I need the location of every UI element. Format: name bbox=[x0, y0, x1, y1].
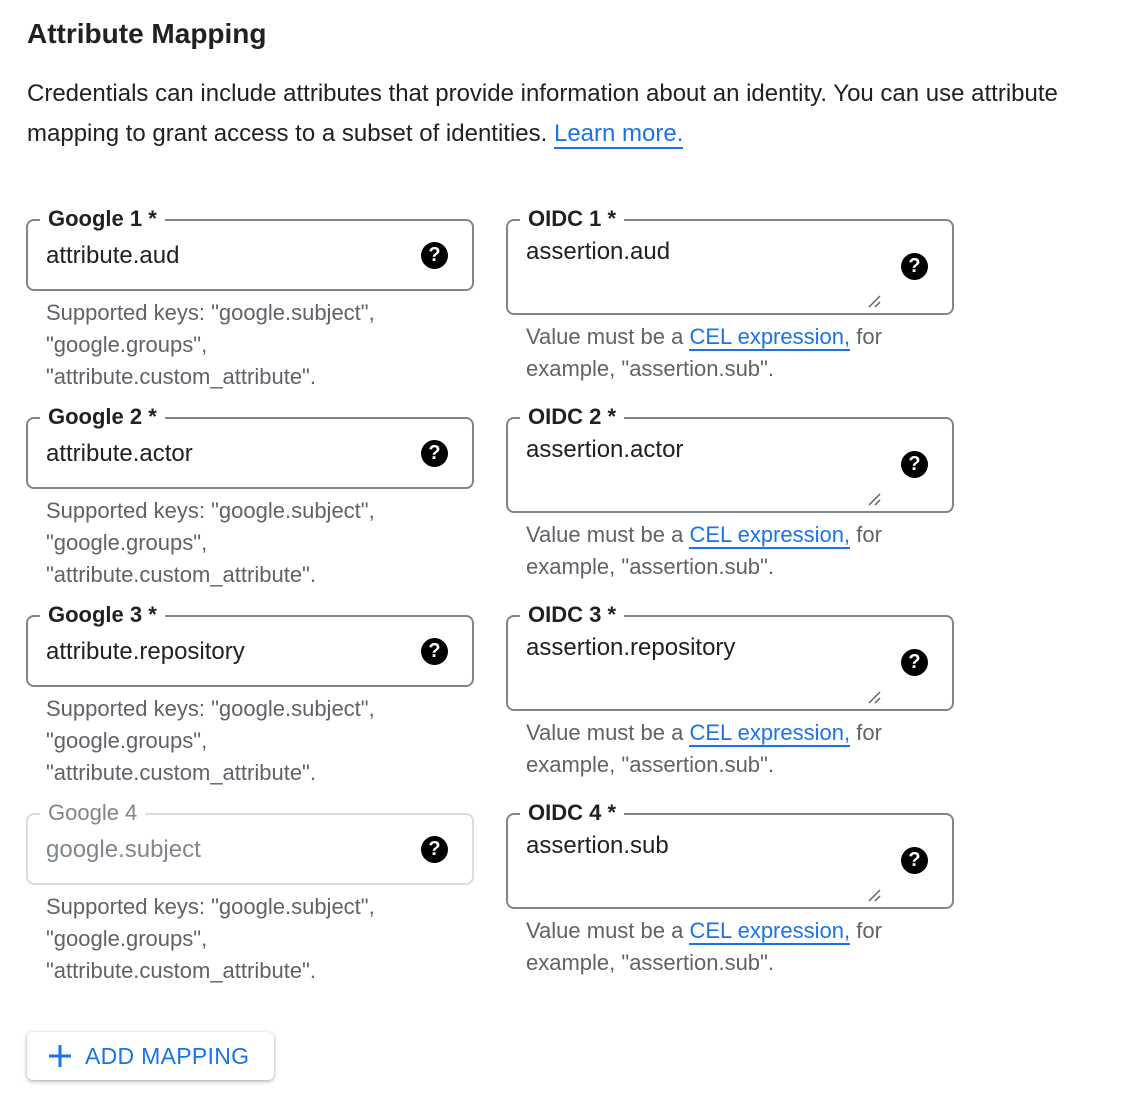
resize-handle-icon[interactable] bbox=[866, 491, 882, 507]
hint-prefix: Value must be a bbox=[526, 918, 684, 943]
hint-line: example, "assertion.sub". bbox=[526, 950, 774, 975]
help-icon[interactable]: ? bbox=[901, 847, 928, 874]
cel-expression-link[interactable]: CEL expression, bbox=[689, 918, 851, 945]
hint-line: Supported keys: "google.subject", bbox=[46, 696, 375, 721]
section-description: Credentials can include attributes that … bbox=[27, 74, 1107, 154]
add-mapping-button[interactable]: ADD MAPPING bbox=[27, 1032, 274, 1080]
google-field-1-label: Google 1 * bbox=[40, 206, 165, 232]
cel-expression-link[interactable]: CEL expression, bbox=[689, 324, 851, 351]
google-field-2-value[interactable]: attribute.actor bbox=[46, 440, 193, 468]
google-field-2[interactable]: Google 2 * attribute.actor ? bbox=[26, 404, 474, 489]
hint-prefix: Value must be a bbox=[526, 720, 684, 745]
hint-line: "google.groups", bbox=[46, 332, 208, 357]
hint-prefix: Value must be a bbox=[526, 522, 684, 547]
google-field-4-label: Google 4 bbox=[40, 800, 146, 826]
oidc-field-2-value[interactable]: assertion.actor bbox=[526, 436, 683, 464]
hint-line: Supported keys: "google.subject", bbox=[46, 498, 375, 523]
hint-line: "attribute.custom_attribute". bbox=[46, 562, 316, 587]
oidc-field-4-hint: Value must be a CEL expression, for exam… bbox=[526, 915, 882, 979]
google-field-3-value[interactable]: attribute.repository bbox=[46, 638, 245, 666]
hint-line: "google.groups", bbox=[46, 926, 208, 951]
google-field-1-value[interactable]: attribute.aud bbox=[46, 242, 179, 270]
oidc-field-4-label: OIDC 4 * bbox=[520, 800, 625, 826]
hint-line: "attribute.custom_attribute". bbox=[46, 760, 316, 785]
google-field-4-placeholder: google.subject bbox=[46, 836, 201, 863]
oidc-field-3[interactable]: OIDC 3 * assertion.repository ? bbox=[506, 602, 954, 711]
oidc-field-2-hint: Value must be a CEL expression, for exam… bbox=[526, 519, 882, 583]
hint-line: Supported keys: "google.subject", bbox=[46, 894, 375, 919]
google-field-4: Google 4 google.subject ? bbox=[26, 800, 474, 885]
cel-expression-link[interactable]: CEL expression, bbox=[689, 522, 851, 549]
hint-line: example, "assertion.sub". bbox=[526, 752, 774, 777]
google-field-2-label: Google 2 * bbox=[40, 404, 165, 430]
hint-line: "attribute.custom_attribute". bbox=[46, 958, 316, 983]
hint-suffix: for bbox=[856, 720, 882, 745]
resize-handle-icon[interactable] bbox=[866, 293, 882, 309]
google-field-3-label: Google 3 * bbox=[40, 602, 165, 628]
help-icon[interactable]: ? bbox=[421, 836, 448, 863]
hint-suffix: for bbox=[856, 522, 882, 547]
resize-handle-icon[interactable] bbox=[866, 689, 882, 705]
oidc-field-4[interactable]: OIDC 4 * assertion.sub ? bbox=[506, 800, 954, 909]
hint-line: "attribute.custom_attribute". bbox=[46, 364, 316, 389]
help-icon[interactable]: ? bbox=[901, 253, 928, 280]
description-text: Credentials can include attributes that … bbox=[27, 80, 1058, 147]
oidc-field-3-label: OIDC 3 * bbox=[520, 602, 625, 628]
oidc-field-3-hint: Value must be a CEL expression, for exam… bbox=[526, 717, 882, 781]
hint-line: "google.groups", bbox=[46, 728, 208, 753]
add-mapping-label: ADD MAPPING bbox=[85, 1043, 250, 1069]
help-icon[interactable]: ? bbox=[901, 649, 928, 676]
help-icon[interactable]: ? bbox=[421, 638, 448, 665]
cel-expression-link[interactable]: CEL expression, bbox=[689, 720, 851, 747]
help-icon[interactable]: ? bbox=[421, 440, 448, 467]
hint-line: Supported keys: "google.subject", bbox=[46, 300, 375, 325]
google-field-1[interactable]: Google 1 * attribute.aud ? bbox=[26, 206, 474, 291]
google-field-2-hint: Supported keys: "google.subject", "googl… bbox=[46, 495, 375, 591]
hint-suffix: for bbox=[856, 324, 882, 349]
google-field-4-hint: Supported keys: "google.subject", "googl… bbox=[46, 891, 375, 987]
plus-icon bbox=[49, 1045, 71, 1067]
resize-handle-icon[interactable] bbox=[866, 887, 882, 903]
hint-suffix: for bbox=[856, 918, 882, 943]
google-field-3[interactable]: Google 3 * attribute.repository ? bbox=[26, 602, 474, 687]
section-title: Attribute Mapping bbox=[27, 18, 267, 49]
oidc-field-1-label: OIDC 1 * bbox=[520, 206, 625, 232]
hint-prefix: Value must be a bbox=[526, 324, 684, 349]
oidc-field-1-value[interactable]: assertion.aud bbox=[526, 238, 670, 266]
help-icon[interactable]: ? bbox=[421, 242, 448, 269]
hint-line: "google.groups", bbox=[46, 530, 208, 555]
oidc-field-1[interactable]: OIDC 1 * assertion.aud ? bbox=[506, 206, 954, 315]
oidc-field-1-hint: Value must be a CEL expression, for exam… bbox=[526, 321, 882, 385]
oidc-field-2[interactable]: OIDC 2 * assertion.actor ? bbox=[506, 404, 954, 513]
oidc-field-2-label: OIDC 2 * bbox=[520, 404, 625, 430]
google-field-1-hint: Supported keys: "google.subject", "googl… bbox=[46, 297, 375, 393]
oidc-field-4-value[interactable]: assertion.sub bbox=[526, 832, 669, 860]
oidc-field-3-value[interactable]: assertion.repository bbox=[526, 634, 735, 662]
hint-line: example, "assertion.sub". bbox=[526, 554, 774, 579]
hint-line: example, "assertion.sub". bbox=[526, 356, 774, 381]
google-field-3-hint: Supported keys: "google.subject", "googl… bbox=[46, 693, 375, 789]
learn-more-link[interactable]: Learn more. bbox=[553, 120, 684, 149]
help-icon[interactable]: ? bbox=[901, 451, 928, 478]
